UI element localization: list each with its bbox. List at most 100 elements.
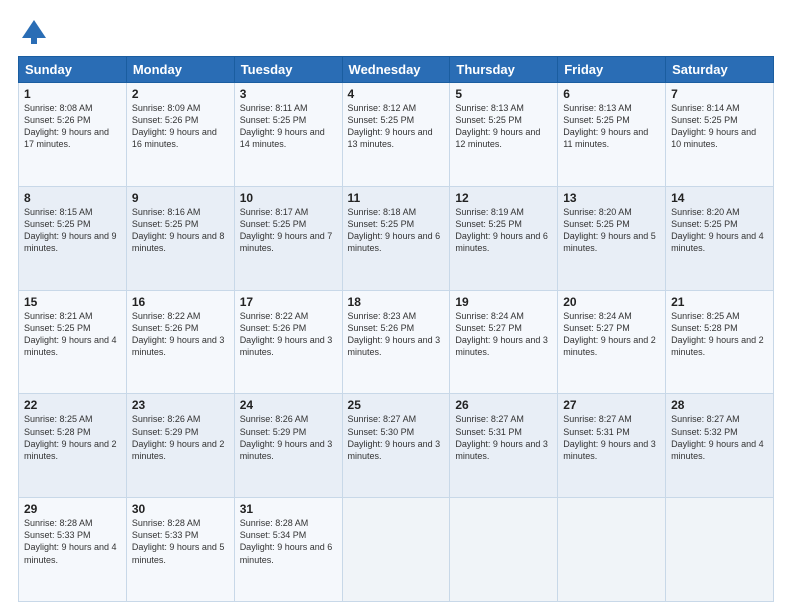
calendar-cell: 17Sunrise: 8:22 AMSunset: 5:26 PMDayligh… — [234, 290, 342, 394]
calendar-week-row: 8Sunrise: 8:15 AMSunset: 5:25 PMDaylight… — [19, 186, 774, 290]
cell-details: Sunrise: 8:19 AMSunset: 5:25 PMDaylight:… — [455, 206, 552, 255]
calendar-cell: 1Sunrise: 8:08 AMSunset: 5:26 PMDaylight… — [19, 83, 127, 187]
cell-details: Sunrise: 8:20 AMSunset: 5:25 PMDaylight:… — [563, 206, 660, 255]
calendar-cell: 5Sunrise: 8:13 AMSunset: 5:25 PMDaylight… — [450, 83, 558, 187]
cell-details: Sunrise: 8:14 AMSunset: 5:25 PMDaylight:… — [671, 102, 768, 151]
cell-details: Sunrise: 8:13 AMSunset: 5:25 PMDaylight:… — [455, 102, 552, 151]
calendar-cell: 25Sunrise: 8:27 AMSunset: 5:30 PMDayligh… — [342, 394, 450, 498]
cell-details: Sunrise: 8:16 AMSunset: 5:25 PMDaylight:… — [132, 206, 229, 255]
day-number: 12 — [455, 191, 552, 205]
day-number: 23 — [132, 398, 229, 412]
cell-details: Sunrise: 8:08 AMSunset: 5:26 PMDaylight:… — [24, 102, 121, 151]
calendar-cell: 8Sunrise: 8:15 AMSunset: 5:25 PMDaylight… — [19, 186, 127, 290]
day-number: 5 — [455, 87, 552, 101]
cell-details: Sunrise: 8:22 AMSunset: 5:26 PMDaylight:… — [132, 310, 229, 359]
day-number: 19 — [455, 295, 552, 309]
calendar-cell: 20Sunrise: 8:24 AMSunset: 5:27 PMDayligh… — [558, 290, 666, 394]
cell-details: Sunrise: 8:24 AMSunset: 5:27 PMDaylight:… — [563, 310, 660, 359]
cell-details: Sunrise: 8:27 AMSunset: 5:30 PMDaylight:… — [348, 413, 445, 462]
calendar-cell: 16Sunrise: 8:22 AMSunset: 5:26 PMDayligh… — [126, 290, 234, 394]
calendar-cell: 29Sunrise: 8:28 AMSunset: 5:33 PMDayligh… — [19, 498, 127, 602]
calendar-cell: 26Sunrise: 8:27 AMSunset: 5:31 PMDayligh… — [450, 394, 558, 498]
calendar-cell: 21Sunrise: 8:25 AMSunset: 5:28 PMDayligh… — [666, 290, 774, 394]
day-number: 20 — [563, 295, 660, 309]
calendar-cell: 31Sunrise: 8:28 AMSunset: 5:34 PMDayligh… — [234, 498, 342, 602]
page: SundayMondayTuesdayWednesdayThursdayFrid… — [0, 0, 792, 612]
calendar-cell: 2Sunrise: 8:09 AMSunset: 5:26 PMDaylight… — [126, 83, 234, 187]
calendar-cell — [450, 498, 558, 602]
cell-details: Sunrise: 8:12 AMSunset: 5:25 PMDaylight:… — [348, 102, 445, 151]
calendar-header-wednesday: Wednesday — [342, 57, 450, 83]
calendar-cell: 4Sunrise: 8:12 AMSunset: 5:25 PMDaylight… — [342, 83, 450, 187]
day-number: 14 — [671, 191, 768, 205]
cell-details: Sunrise: 8:27 AMSunset: 5:31 PMDaylight:… — [455, 413, 552, 462]
day-number: 31 — [240, 502, 337, 516]
calendar-cell: 30Sunrise: 8:28 AMSunset: 5:33 PMDayligh… — [126, 498, 234, 602]
cell-details: Sunrise: 8:24 AMSunset: 5:27 PMDaylight:… — [455, 310, 552, 359]
day-number: 30 — [132, 502, 229, 516]
day-number: 10 — [240, 191, 337, 205]
calendar-cell: 18Sunrise: 8:23 AMSunset: 5:26 PMDayligh… — [342, 290, 450, 394]
calendar-table: SundayMondayTuesdayWednesdayThursdayFrid… — [18, 56, 774, 602]
calendar-cell — [666, 498, 774, 602]
calendar-cell: 24Sunrise: 8:26 AMSunset: 5:29 PMDayligh… — [234, 394, 342, 498]
cell-details: Sunrise: 8:28 AMSunset: 5:33 PMDaylight:… — [24, 517, 121, 566]
calendar-header-row: SundayMondayTuesdayWednesdayThursdayFrid… — [19, 57, 774, 83]
cell-details: Sunrise: 8:27 AMSunset: 5:32 PMDaylight:… — [671, 413, 768, 462]
calendar-week-row: 22Sunrise: 8:25 AMSunset: 5:28 PMDayligh… — [19, 394, 774, 498]
calendar-cell: 3Sunrise: 8:11 AMSunset: 5:25 PMDaylight… — [234, 83, 342, 187]
calendar-week-row: 15Sunrise: 8:21 AMSunset: 5:25 PMDayligh… — [19, 290, 774, 394]
calendar-cell: 19Sunrise: 8:24 AMSunset: 5:27 PMDayligh… — [450, 290, 558, 394]
cell-details: Sunrise: 8:27 AMSunset: 5:31 PMDaylight:… — [563, 413, 660, 462]
day-number: 18 — [348, 295, 445, 309]
day-number: 25 — [348, 398, 445, 412]
day-number: 9 — [132, 191, 229, 205]
day-number: 4 — [348, 87, 445, 101]
cell-details: Sunrise: 8:26 AMSunset: 5:29 PMDaylight:… — [132, 413, 229, 462]
day-number: 7 — [671, 87, 768, 101]
calendar-cell: 23Sunrise: 8:26 AMSunset: 5:29 PMDayligh… — [126, 394, 234, 498]
day-number: 17 — [240, 295, 337, 309]
cell-details: Sunrise: 8:15 AMSunset: 5:25 PMDaylight:… — [24, 206, 121, 255]
cell-details: Sunrise: 8:18 AMSunset: 5:25 PMDaylight:… — [348, 206, 445, 255]
cell-details: Sunrise: 8:17 AMSunset: 5:25 PMDaylight:… — [240, 206, 337, 255]
calendar-cell: 11Sunrise: 8:18 AMSunset: 5:25 PMDayligh… — [342, 186, 450, 290]
day-number: 3 — [240, 87, 337, 101]
cell-details: Sunrise: 8:23 AMSunset: 5:26 PMDaylight:… — [348, 310, 445, 359]
day-number: 28 — [671, 398, 768, 412]
calendar-cell: 12Sunrise: 8:19 AMSunset: 5:25 PMDayligh… — [450, 186, 558, 290]
day-number: 24 — [240, 398, 337, 412]
calendar-cell: 6Sunrise: 8:13 AMSunset: 5:25 PMDaylight… — [558, 83, 666, 187]
cell-details: Sunrise: 8:28 AMSunset: 5:34 PMDaylight:… — [240, 517, 337, 566]
day-number: 26 — [455, 398, 552, 412]
day-number: 22 — [24, 398, 121, 412]
cell-details: Sunrise: 8:13 AMSunset: 5:25 PMDaylight:… — [563, 102, 660, 151]
calendar-cell: 9Sunrise: 8:16 AMSunset: 5:25 PMDaylight… — [126, 186, 234, 290]
cell-details: Sunrise: 8:25 AMSunset: 5:28 PMDaylight:… — [671, 310, 768, 359]
calendar-header-tuesday: Tuesday — [234, 57, 342, 83]
calendar-week-row: 1Sunrise: 8:08 AMSunset: 5:26 PMDaylight… — [19, 83, 774, 187]
cell-details: Sunrise: 8:26 AMSunset: 5:29 PMDaylight:… — [240, 413, 337, 462]
cell-details: Sunrise: 8:28 AMSunset: 5:33 PMDaylight:… — [132, 517, 229, 566]
calendar-cell — [342, 498, 450, 602]
cell-details: Sunrise: 8:11 AMSunset: 5:25 PMDaylight:… — [240, 102, 337, 151]
calendar-week-row: 29Sunrise: 8:28 AMSunset: 5:33 PMDayligh… — [19, 498, 774, 602]
logo-icon — [20, 18, 48, 46]
day-number: 8 — [24, 191, 121, 205]
day-number: 21 — [671, 295, 768, 309]
calendar-header-thursday: Thursday — [450, 57, 558, 83]
day-number: 15 — [24, 295, 121, 309]
calendar-cell: 14Sunrise: 8:20 AMSunset: 5:25 PMDayligh… — [666, 186, 774, 290]
cell-details: Sunrise: 8:09 AMSunset: 5:26 PMDaylight:… — [132, 102, 229, 151]
day-number: 27 — [563, 398, 660, 412]
day-number: 6 — [563, 87, 660, 101]
calendar-cell: 13Sunrise: 8:20 AMSunset: 5:25 PMDayligh… — [558, 186, 666, 290]
cell-details: Sunrise: 8:22 AMSunset: 5:26 PMDaylight:… — [240, 310, 337, 359]
calendar-cell: 22Sunrise: 8:25 AMSunset: 5:28 PMDayligh… — [19, 394, 127, 498]
cell-details: Sunrise: 8:25 AMSunset: 5:28 PMDaylight:… — [24, 413, 121, 462]
calendar-cell: 10Sunrise: 8:17 AMSunset: 5:25 PMDayligh… — [234, 186, 342, 290]
cell-details: Sunrise: 8:21 AMSunset: 5:25 PMDaylight:… — [24, 310, 121, 359]
day-number: 1 — [24, 87, 121, 101]
calendar-body: 1Sunrise: 8:08 AMSunset: 5:26 PMDaylight… — [19, 83, 774, 602]
logo — [18, 18, 48, 46]
